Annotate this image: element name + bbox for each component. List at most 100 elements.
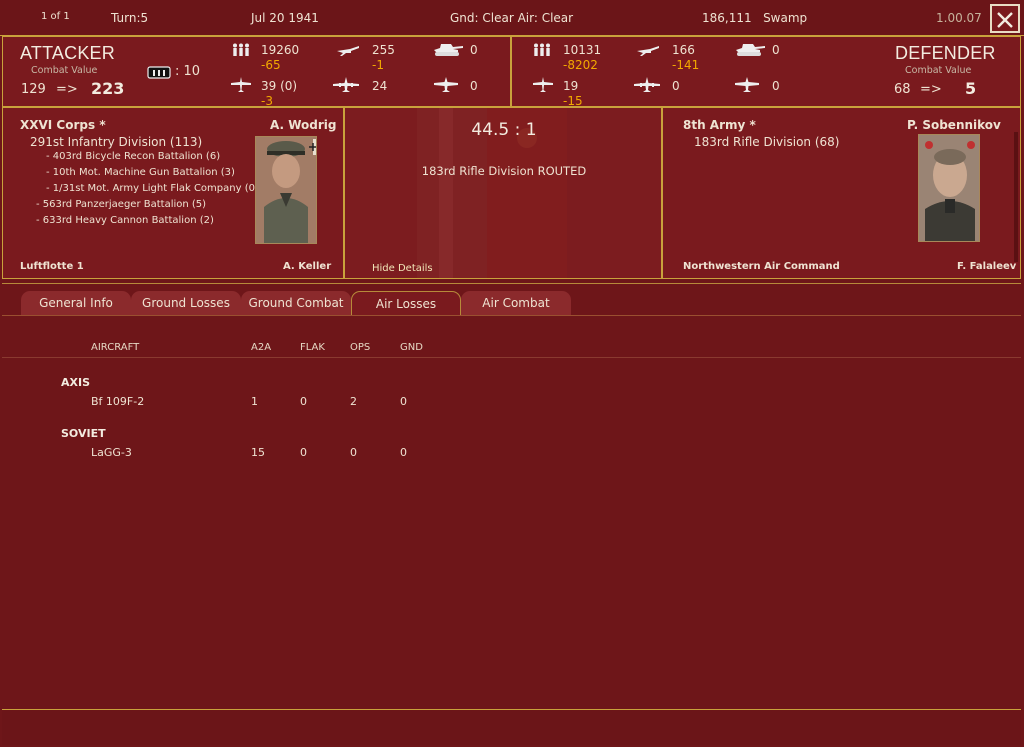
defender-bombers: 0 <box>672 79 680 93</box>
gun-icon <box>336 45 360 57</box>
defender-men-loss: -8202 <box>563 58 598 72</box>
attached-unit[interactable]: - 403rd Bicycle Recon Battalion (6) <box>46 151 220 162</box>
header-divider <box>2 357 1021 358</box>
col-a2a: A2A <box>251 342 272 353</box>
table-cell-aircraft: LaGG-3 <box>91 446 132 459</box>
attacker-cv-arrow: => <box>56 82 78 97</box>
attacker-commander[interactable]: A. Wodrig <box>270 118 337 132</box>
col-ops: OPS <box>350 342 371 353</box>
defender-commander[interactable]: P. Sobennikov <box>907 118 1001 132</box>
attacker-cv-value: 223 <box>91 79 125 98</box>
weather-label: Gnd: Clear Air: Clear <box>450 11 574 25</box>
defender-summary: 10131 -8202 166 -141 0 19 -15 0 0 DEFEND… <box>511 36 1021 108</box>
attacker-units-panel: XXVI Corps * A. Wodrig 291st Infantry Di… <box>2 107 344 279</box>
table-cell-ops: 0 <box>350 446 357 459</box>
attached-unit[interactable]: - 633rd Heavy Cannon Battalion (2) <box>36 215 214 226</box>
gun-icon <box>636 45 660 57</box>
table-cell-gnd: 0 <box>400 446 407 459</box>
odds-ratio: 44.5 : 1 <box>471 120 537 140</box>
fort-icon <box>147 66 171 79</box>
location-label: 186,111 Swamp <box>702 11 808 25</box>
table-cell-flak: 0 <box>300 395 307 408</box>
defender-units-panel: 8th Army * P. Sobennikov 183rd Rifle Div… <box>662 107 1021 279</box>
attached-unit[interactable]: - 563rd Panzerjaeger Battalion (5) <box>36 199 206 210</box>
turn-label: Turn:5 <box>111 11 149 25</box>
tab-ground-combat[interactable]: Ground Combat <box>241 291 351 315</box>
scrollbar[interactable] <box>1014 132 1018 262</box>
attached-unit[interactable]: - 1/31st Mot. Army Light Flak Company (0… <box>46 183 259 194</box>
fighter-icon <box>231 77 251 93</box>
attacker-aircraft-loss: -3 <box>261 94 273 108</box>
tab-air-losses[interactable]: Air Losses <box>351 291 461 315</box>
defender-aircraft-loss: -15 <box>563 94 583 108</box>
attacker-division[interactable]: 291st Infantry Division (113) <box>30 135 202 149</box>
attacker-cv-label: Combat Value <box>31 65 98 76</box>
close-icon <box>997 12 1013 28</box>
bomber-icon <box>634 77 660 93</box>
tab-ground-losses[interactable]: Ground Losses <box>131 291 241 315</box>
attached-unit[interactable]: - 10th Mot. Machine Gun Battalion (3) <box>46 167 235 178</box>
combat-result-text: 183rd Rifle Division ROUTED <box>421 164 587 178</box>
page-indicator: 1 of 1 <box>41 11 70 22</box>
men-icon <box>532 43 552 57</box>
table-cell-ops: 2 <box>350 395 357 408</box>
version-label: 1.00.07 <box>936 11 982 25</box>
col-flak: FLAK <box>300 342 325 353</box>
transport-icon <box>735 77 759 93</box>
attacker-men: 19260 <box>261 43 300 57</box>
fort-level: : 10 <box>175 64 201 79</box>
defender-cv-from: 68 <box>894 82 911 97</box>
defender-cv-value: 5 <box>965 79 977 98</box>
tank-icon <box>432 43 464 56</box>
attacker-afv: 0 <box>470 43 478 57</box>
attacker-bombers: 24 <box>372 79 388 93</box>
table-cell-gnd: 0 <box>400 395 407 408</box>
group-soviet: SOVIET <box>61 427 106 440</box>
tab-air-combat[interactable]: Air Combat <box>461 291 571 315</box>
defender-guns: 166 <box>672 43 695 57</box>
hide-details-link[interactable]: Hide Details <box>372 263 433 274</box>
tab-divider <box>2 315 1021 316</box>
attacker-summary: ATTACKER Combat Value 129 => 223 : 10 19… <box>2 36 511 108</box>
defender-division[interactable]: 183rd Rifle Division (68) <box>694 135 839 149</box>
attacker-men-loss: -65 <box>261 58 281 72</box>
close-button[interactable] <box>990 4 1020 33</box>
defender-cv-arrow: => <box>920 82 942 97</box>
tab-general-info[interactable]: General Info <box>21 291 131 315</box>
group-axis: AXIS <box>61 376 91 389</box>
defender-guns-loss: -141 <box>672 58 700 72</box>
attacker-title: ATTACKER <box>20 43 115 63</box>
table-cell-a2a: 1 <box>251 395 258 408</box>
attacker-guns-loss: -1 <box>372 58 384 72</box>
defender-afv: 0 <box>772 43 780 57</box>
table-cell-aircraft: Bf 109F-2 <box>91 395 145 408</box>
attacker-air-hq[interactable]: Luftflotte 1 <box>20 261 84 272</box>
attacker-aircraft: 39 (0) <box>261 79 298 93</box>
bomber-icon <box>333 77 359 93</box>
attacker-cv-from: 129 <box>21 82 46 97</box>
table-cell-a2a: 15 <box>251 446 265 459</box>
defender-cv-label: Combat Value <box>905 65 972 76</box>
date-label: Jul 20 1941 <box>251 11 319 25</box>
attacker-air-commander[interactable]: A. Keller <box>283 261 331 272</box>
defender-men: 10131 <box>563 43 602 57</box>
defender-transports: 0 <box>772 79 780 93</box>
fighter-icon <box>533 77 553 93</box>
tank-icon <box>734 43 766 56</box>
defender-army[interactable]: 8th Army * <box>683 118 756 132</box>
details-area <box>2 283 1021 707</box>
attacker-commander-portrait <box>255 136 317 244</box>
defender-commander-portrait <box>918 134 980 242</box>
attacker-transports: 0 <box>470 79 478 93</box>
col-aircraft: AIRCRAFT <box>91 342 140 353</box>
defender-air-commander[interactable]: F. Falaleev <box>957 261 1016 272</box>
defender-title: DEFENDER <box>895 43 996 63</box>
transport-icon <box>434 77 458 93</box>
attacker-guns: 255 <box>372 43 395 57</box>
defender-air-hq[interactable]: Northwestern Air Command <box>683 261 840 272</box>
combat-result-panel: 44.5 : 1 183rd Rifle Division ROUTED Hid… <box>344 107 662 279</box>
bottom-bar <box>2 709 1021 745</box>
attacker-corps[interactable]: XXVI Corps * <box>20 118 106 132</box>
table-cell-flak: 0 <box>300 446 307 459</box>
men-icon <box>231 43 251 57</box>
